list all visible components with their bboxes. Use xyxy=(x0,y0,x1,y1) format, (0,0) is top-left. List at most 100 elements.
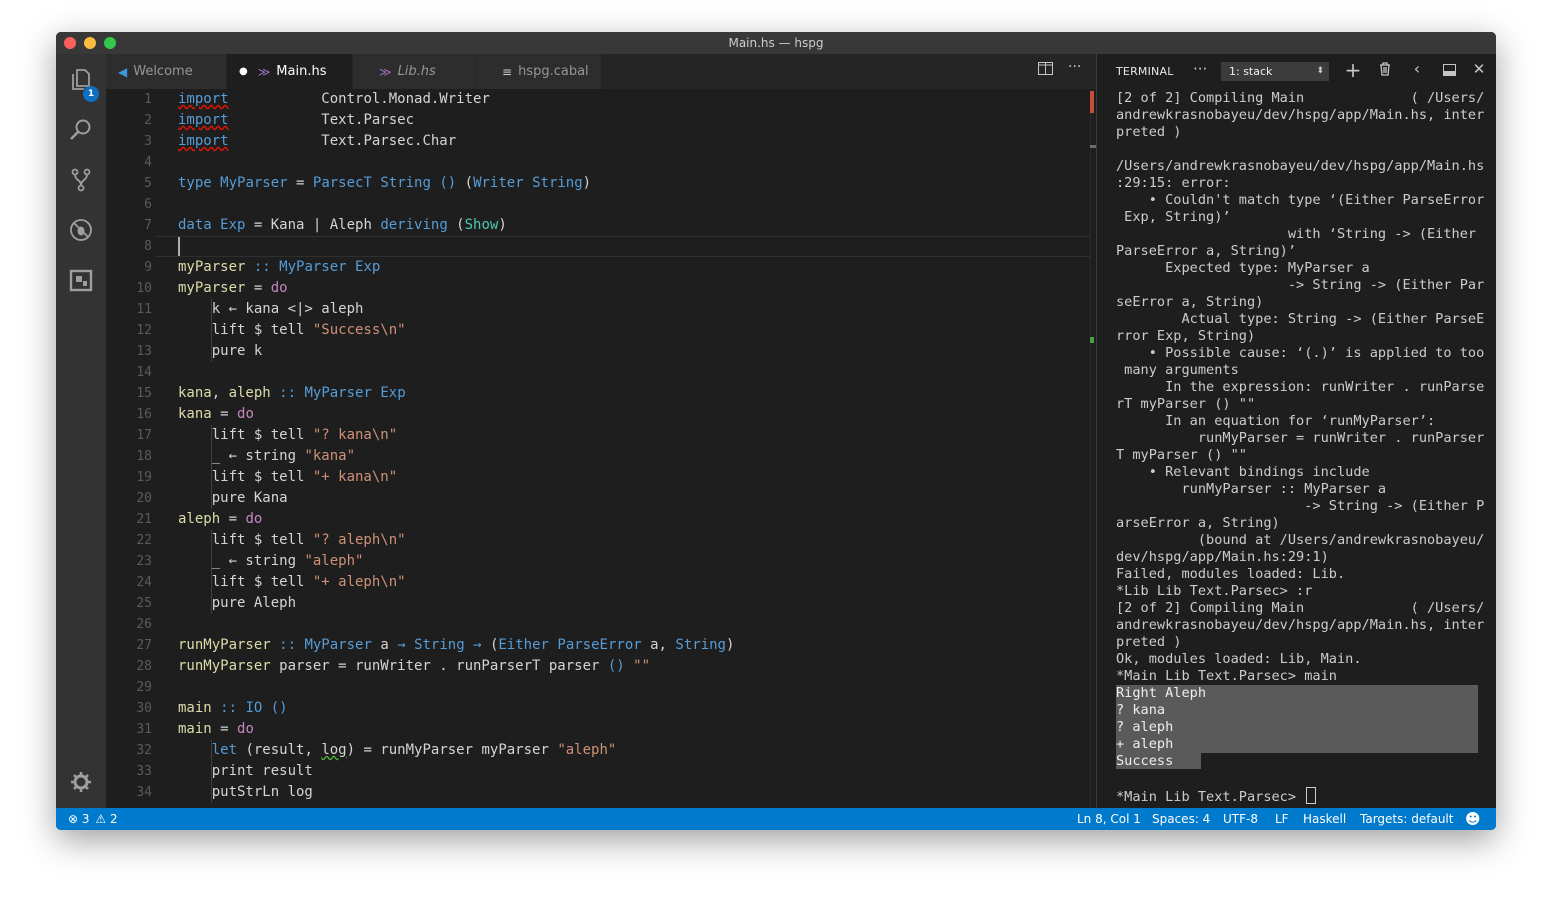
terminal-more-button[interactable]: ··· xyxy=(1193,60,1207,78)
code-line: main :: IO () xyxy=(178,700,288,716)
haskell-icon: ≫ xyxy=(379,64,392,79)
line-number: 2 xyxy=(144,113,152,128)
terminal-output[interactable]: [2 of 2] Compiling Main ( /Users/andrewk… xyxy=(1116,90,1485,805)
line-ending[interactable]: LF xyxy=(1275,812,1289,826)
line-number: 26 xyxy=(136,617,152,632)
haskell-icon: ≫ xyxy=(257,64,271,79)
tab-hspg-cabal[interactable]: ≡ hspg.cabal xyxy=(476,54,601,89)
terminal-line: • Relevant bindings include xyxy=(1116,464,1370,480)
split-editor-button[interactable] xyxy=(1038,62,1053,79)
code-line: k ← kana <|> aleph xyxy=(178,301,364,317)
new-terminal-button[interactable]: + xyxy=(1343,58,1363,82)
source-control-button[interactable] xyxy=(56,160,106,200)
move-panel-button[interactable]: ‹ xyxy=(1407,59,1427,78)
feedback-button[interactable]: ☻ xyxy=(1465,810,1481,828)
warning-icon: ⚠ xyxy=(95,812,107,826)
line-number: 11 xyxy=(136,302,152,317)
line-number: 3 xyxy=(144,134,152,149)
code-line: myParser = do xyxy=(178,280,288,296)
error-marker xyxy=(1090,91,1094,113)
panel-layout-icon xyxy=(1442,64,1456,76)
code-line: pure Kana xyxy=(178,490,288,506)
terminal-line: -> String -> (Either P xyxy=(1116,498,1485,514)
terminal-title[interactable]: TERMINAL xyxy=(1116,65,1174,78)
extensions-icon xyxy=(69,269,93,292)
terminal-header: TERMINAL ··· 1: stack ⬍ + ‹ ✕ xyxy=(1097,54,1496,89)
editor-tabs: ◀ Welcome ● ≫ Main.hs ≫ Lib.hs ≡ hspg.ca… xyxy=(106,54,1096,89)
terminal-selector[interactable]: 1: stack ⬍ xyxy=(1221,62,1329,81)
code-line: lift $ tell "+ kana\n" xyxy=(178,469,398,485)
tab-label: Lib.hs xyxy=(397,64,436,79)
line-number: 5 xyxy=(144,176,152,191)
terminal-line: In the expression: runWriter . runParse xyxy=(1116,379,1485,395)
maximize-panel-button[interactable] xyxy=(1439,61,1459,80)
terminal-line: *Lib Lib Text.Parsec> :r xyxy=(1116,583,1313,599)
tab-welcome[interactable]: ◀ Welcome xyxy=(106,54,226,89)
more-actions-button[interactable]: ··· xyxy=(1068,59,1081,75)
cursor-position[interactable]: Ln 8, Col 1 xyxy=(1077,812,1141,826)
close-panel-button[interactable]: ✕ xyxy=(1469,60,1489,78)
line-number: 25 xyxy=(136,596,152,611)
explorer-badge: 1 xyxy=(83,86,99,102)
file-encoding[interactable]: UTF-8 xyxy=(1223,812,1258,826)
line-number: 23 xyxy=(136,554,152,569)
code-line: aleph = do xyxy=(178,511,263,527)
terminal-line: *Main Lib Text.Parsec> main xyxy=(1116,668,1337,684)
error-icon: ⊗ xyxy=(68,812,79,826)
indentation[interactable]: Spaces: 4 xyxy=(1152,812,1210,826)
terminal-line: runMyParser = runWriter . runParser xyxy=(1116,430,1485,446)
terminal-line: with ‘String -> (Either xyxy=(1116,226,1477,242)
select-arrows-icon: ⬍ xyxy=(1316,66,1324,76)
terminal-line: T myParser () "" xyxy=(1116,447,1247,463)
terminal-line: Right Aleph xyxy=(1116,685,1478,702)
activity-bar: 1 xyxy=(56,54,106,808)
settings-button[interactable] xyxy=(56,762,106,802)
extensions-button[interactable] xyxy=(56,260,106,300)
language-mode[interactable]: Haskell xyxy=(1303,812,1346,826)
line-number: 24 xyxy=(136,575,152,590)
warning-count: 2 xyxy=(109,812,118,826)
line-number: 21 xyxy=(136,512,152,527)
code-editor[interactable]: 1 2 3 4 5 6 7 8 9 10 11 12 13 14 15 16 17 18 19 20 21 22 23 24 2… xyxy=(106,89,1105,808)
debug-button[interactable] xyxy=(56,210,106,250)
terminal-line: ? aleph xyxy=(1116,719,1478,736)
line-number: 30 xyxy=(136,701,152,716)
text-cursor xyxy=(178,237,180,256)
code-line: lift $ tell "? kana\n" xyxy=(178,427,398,443)
code-line: lift $ tell "+ aleph\n" xyxy=(178,574,406,590)
terminal-line: dev/hspg/app/Main.hs:29:1) xyxy=(1116,549,1329,565)
code-line: _ ← string "kana" xyxy=(178,448,356,464)
problems-indicator[interactable]: ⊗ 3 ⚠ 2 xyxy=(68,812,118,826)
code-line: lift $ tell "? aleph\n" xyxy=(178,532,406,548)
tab-lib-hs[interactable]: ≫ Lib.hs xyxy=(353,54,475,89)
settings-gear-icon xyxy=(71,772,91,792)
terminal-line: [2 of 2] Compiling Main ( /Users/ xyxy=(1116,90,1485,106)
terminal-panel: TERMINAL ··· 1: stack ⬍ + ‹ ✕ [2 of 2] C xyxy=(1096,54,1496,808)
title-bar: Main.hs — hspg xyxy=(56,32,1496,55)
line-number: 9 xyxy=(144,260,152,275)
search-button[interactable] xyxy=(56,110,106,150)
chevron-left-icon: ‹ xyxy=(1413,59,1421,78)
tab-main-hs[interactable]: ● ≫ Main.hs xyxy=(227,54,352,89)
terminal-line: Ok, modules loaded: Lib, Main. xyxy=(1116,651,1362,667)
explorer-button[interactable]: 1 xyxy=(56,60,106,102)
terminal-line: -> String -> (Either Par xyxy=(1116,277,1485,293)
terminal-line: rT myParser () "" xyxy=(1116,396,1256,412)
line-number: 6 xyxy=(144,197,152,212)
line-number: 34 xyxy=(136,785,152,800)
code-line: let (result, log) = runMyParser myParser… xyxy=(211,742,617,758)
terminal-line: andrewkrasnobayeu/dev/hspg/app/Main.hs, … xyxy=(1116,617,1485,633)
line-number: 14 xyxy=(136,365,152,380)
terminal-line: /Users/andrewkrasnobayeu/dev/hspg/app/Ma… xyxy=(1116,158,1485,174)
file-lines-icon: ≡ xyxy=(502,64,513,79)
debug-icon xyxy=(70,219,92,241)
targets[interactable]: Targets: default xyxy=(1360,812,1453,826)
kill-terminal-button[interactable] xyxy=(1375,61,1395,80)
line-number: 16 xyxy=(136,407,152,422)
terminal-line: ? kana xyxy=(1116,702,1478,719)
terminal-line: Success xyxy=(1116,753,1478,770)
code-line: pure Aleph xyxy=(178,595,297,611)
line-number: 10 xyxy=(136,281,152,296)
code-line: pure k xyxy=(178,343,263,359)
